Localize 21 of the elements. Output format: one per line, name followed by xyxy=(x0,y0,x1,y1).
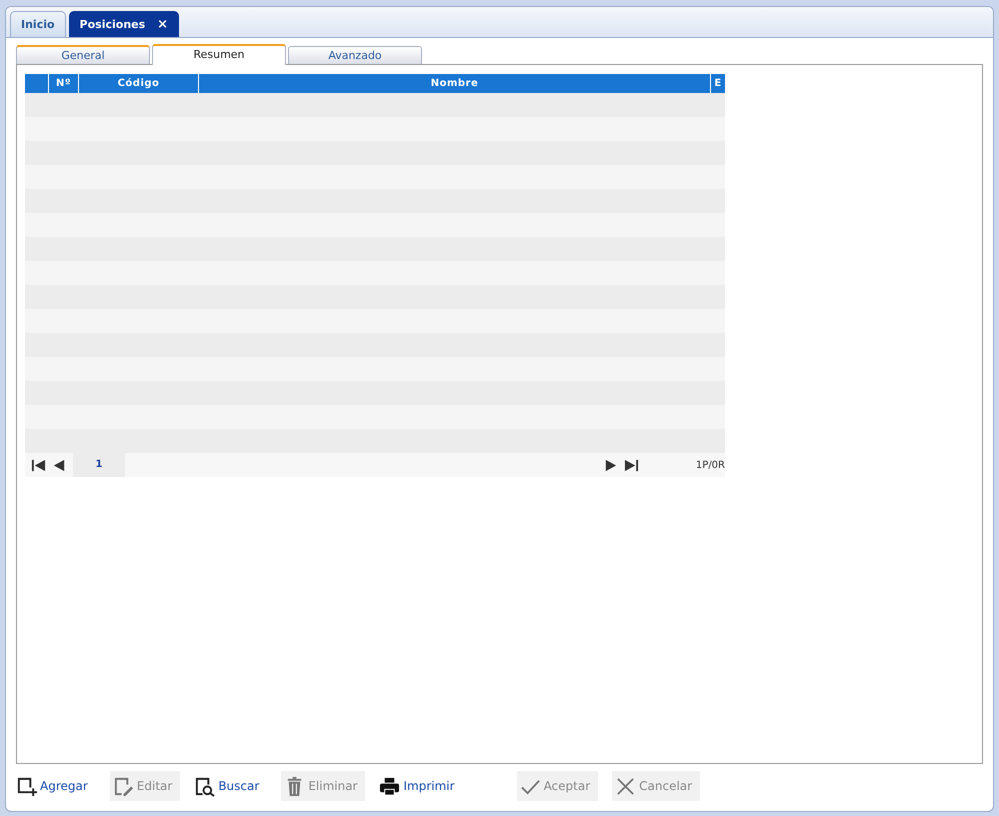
toolbar-button[interactable]: Imprimir xyxy=(379,771,463,801)
first-page-icon[interactable] xyxy=(31,458,46,472)
document-tab[interactable]: Posiciones × xyxy=(68,11,180,37)
search-icon xyxy=(194,776,216,796)
edit-icon xyxy=(112,776,134,796)
page-number[interactable]: 1 xyxy=(73,453,125,477)
page-info: 1P/0R xyxy=(694,460,725,470)
section-tab[interactable]: Resumen xyxy=(152,44,286,65)
add-document-icon xyxy=(16,776,37,796)
last-page-icon[interactable] xyxy=(624,458,639,472)
previous-page-icon[interactable] xyxy=(52,458,67,472)
toolbar-button[interactable]: Agregar xyxy=(16,771,96,801)
cancel-icon xyxy=(615,776,636,796)
toolbar-button[interactable]: Buscar xyxy=(194,771,268,801)
section-tab[interactable]: General xyxy=(16,45,150,64)
section-tab[interactable]: Avanzado xyxy=(288,46,422,64)
printer-icon xyxy=(379,776,400,796)
document-tab[interactable]: Inicio xyxy=(10,11,66,37)
column-header[interactable]: E xyxy=(711,74,725,93)
next-page-icon[interactable] xyxy=(603,458,618,472)
close-icon[interactable]: × xyxy=(157,17,168,32)
